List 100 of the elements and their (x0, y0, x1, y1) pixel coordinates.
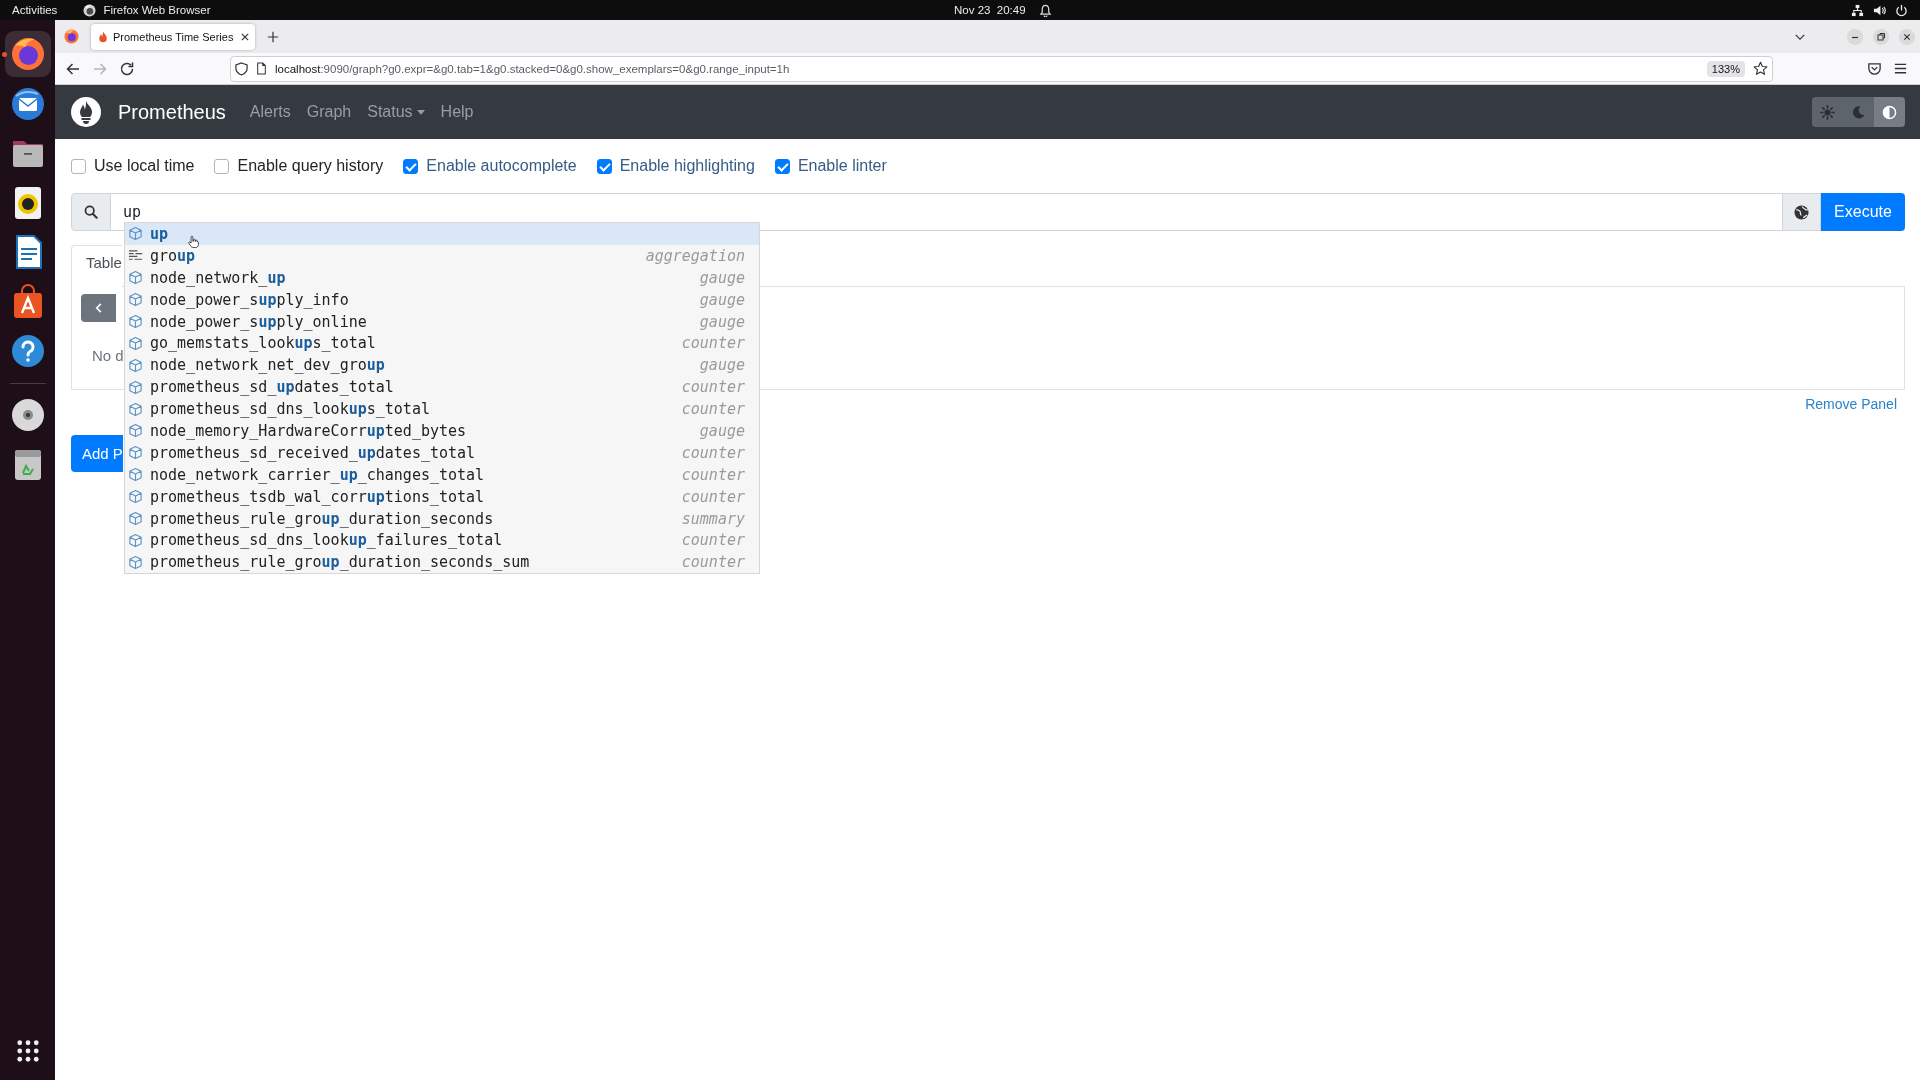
mail-icon[interactable] (9, 85, 46, 122)
autocomplete-option[interactable]: prometheus_sd_updates_total counter (125, 376, 759, 399)
browser-logo-icon[interactable] (64, 29, 79, 44)
autocomplete-option[interactable]: node_memory_HardwareCorrupted_bytes gauge (125, 420, 759, 442)
theme-button[interactable] (1874, 97, 1905, 127)
nav-link[interactable]: Alerts (241, 95, 299, 129)
checkbox-label[interactable]: Use local time (94, 157, 195, 175)
autocomplete-option[interactable]: prometheus_sd_dns_lookups_total counter (125, 398, 759, 420)
cube-icon (128, 292, 143, 308)
checkbox-label[interactable]: Enable highlighting (619, 157, 755, 175)
autocomplete-option[interactable]: node_network_net_dev_group gauge (125, 354, 759, 377)
suggestion-type: counter (681, 553, 745, 572)
cube-icon (128, 554, 143, 570)
address-input[interactable]: localhost:9090/graph?g0.expr=&g0.tab=1&g0.stacked=0&g0.show_exemplars=0&g0.range_input=1h (275, 62, 1707, 75)
star-icon[interactable] (1753, 61, 1768, 76)
autocomplete-option[interactable]: node_power_supply_info gauge (125, 288, 759, 311)
search-icon (84, 205, 98, 219)
half-circle-icon (1882, 104, 1897, 120)
autocomplete-option[interactable]: prometheus_tsdb_wal_corruptions_total counter (125, 485, 759, 508)
autocomplete-option[interactable]: prometheus_sd_dns_lookup_failures_total counter (125, 529, 759, 552)
zoom-level-button[interactable]: 133% (1706, 60, 1745, 77)
suggestion-type: counter (681, 465, 745, 484)
suggestion-type: counter (681, 400, 745, 419)
panel-tab[interactable]: Table (71, 245, 122, 287)
suggestion-type: counter (681, 487, 745, 506)
cube-icon (128, 401, 143, 417)
plus-icon[interactable] (267, 30, 279, 43)
autocomplete-option[interactable]: go_memstats_lookups_total counter (125, 332, 759, 355)
checkbox[interactable] (774, 158, 790, 174)
nav-link[interactable]: Help (432, 95, 482, 129)
help-icon[interactable] (9, 333, 46, 369)
minimize-icon[interactable] (1847, 28, 1863, 45)
autocomplete-option[interactable]: node_network_up gauge (125, 266, 759, 289)
activities-button[interactable]: Activities (12, 4, 58, 16)
clock[interactable]: Nov 23 20:49 (954, 4, 1026, 16)
cube-icon (128, 357, 143, 373)
suggestion-name: go_memstats_lookups_total (150, 334, 376, 353)
cube-icon (128, 335, 143, 351)
cube-icon (128, 270, 143, 286)
power-icon[interactable] (1895, 3, 1908, 17)
suggestion-type: gauge (699, 312, 745, 331)
empty-message: No d (92, 346, 124, 366)
restore-icon[interactable] (1873, 28, 1889, 45)
browser-icon[interactable] (4, 31, 51, 77)
suggestion-name: prometheus_sd_received_updates_total (150, 443, 476, 462)
suggestion-type: aggregation (645, 246, 745, 265)
checkbox-label[interactable]: Enable autocomplete (426, 157, 577, 175)
checkbox[interactable] (596, 158, 612, 174)
reload-icon[interactable] (119, 60, 135, 77)
checkbox-label[interactable]: Enable linter (797, 157, 887, 175)
cube-icon (128, 467, 143, 483)
suggestion-name: node_power_supply_info (150, 290, 349, 309)
autocomplete-option[interactable]: up (125, 223, 759, 245)
bell-icon[interactable] (1038, 3, 1052, 17)
metrics-explorer-button[interactable] (1782, 193, 1821, 231)
suggestion-name: prometheus_sd_dns_lookups_total (150, 400, 430, 419)
suggestion-type: counter (681, 443, 745, 462)
pocket-icon[interactable] (1867, 61, 1882, 76)
network-icon[interactable] (1851, 3, 1864, 17)
page-icon[interactable] (256, 62, 267, 75)
suggestion-name: prometheus_sd_dns_lookup_failures_total (150, 531, 503, 550)
add-panel-button[interactable]: Add P (71, 435, 123, 472)
suggestion-type: counter (681, 531, 745, 550)
suggestion-name: prometheus_rule_group_duration_seconds (150, 509, 494, 528)
disc-icon[interactable] (9, 397, 46, 433)
close-icon[interactable] (241, 32, 249, 41)
execute-button[interactable]: Execute (1821, 193, 1905, 231)
previous-range-button[interactable] (81, 294, 116, 322)
checkbox-label[interactable]: Enable query history (237, 157, 384, 175)
checkbox[interactable] (71, 158, 86, 174)
cube-icon (128, 314, 143, 329)
remove-panel-link[interactable]: Remove Panel (1805, 396, 1897, 412)
shield-icon[interactable] (235, 61, 248, 76)
brand-link[interactable]: Prometheus (118, 100, 226, 124)
suggestion-name: prometheus_sd_updates_total (150, 378, 394, 397)
app-menu[interactable]: Firefox Web Browser (103, 4, 211, 16)
nav-link[interactable]: Status (359, 95, 433, 129)
autocomplete-option[interactable]: prometheus_rule_group_duration_seconds summary (125, 507, 759, 530)
autocomplete-option[interactable]: group aggregation (125, 244, 759, 267)
suggestion-type: gauge (699, 268, 745, 287)
browser-tab[interactable]: Prometheus Time Series (91, 23, 255, 50)
suggestion-name: prometheus_rule_group_duration_seconds_sum (150, 553, 530, 572)
nav-link[interactable]: Graph (298, 95, 360, 129)
checkbox[interactable] (214, 158, 230, 174)
autocomplete-option[interactable]: prometheus_sd_received_updates_total counter (125, 441, 759, 464)
app-grid-icon[interactable] (16, 1040, 39, 1062)
autocomplete-option[interactable]: node_power_supply_online gauge (125, 310, 759, 333)
suggestion-type: gauge (699, 290, 745, 309)
menu-icon[interactable] (1893, 61, 1908, 76)
suggestion-type: counter (681, 378, 745, 397)
checkbox[interactable] (403, 158, 419, 174)
autocomplete-option[interactable]: node_network_carrier_up_changes_total counter (125, 463, 759, 486)
close-icon[interactable] (1899, 28, 1915, 45)
suggestion-name: node_network_carrier_up_changes_total (150, 465, 485, 484)
globe-icon (1794, 204, 1809, 220)
autocomplete-option[interactable]: prometheus_rule_group_duration_seconds_sum counter (125, 551, 759, 574)
cube-icon (128, 226, 143, 242)
hand-cursor-icon (188, 235, 199, 249)
sun-icon (1820, 104, 1835, 120)
flame-logo-icon[interactable] (71, 97, 101, 127)
